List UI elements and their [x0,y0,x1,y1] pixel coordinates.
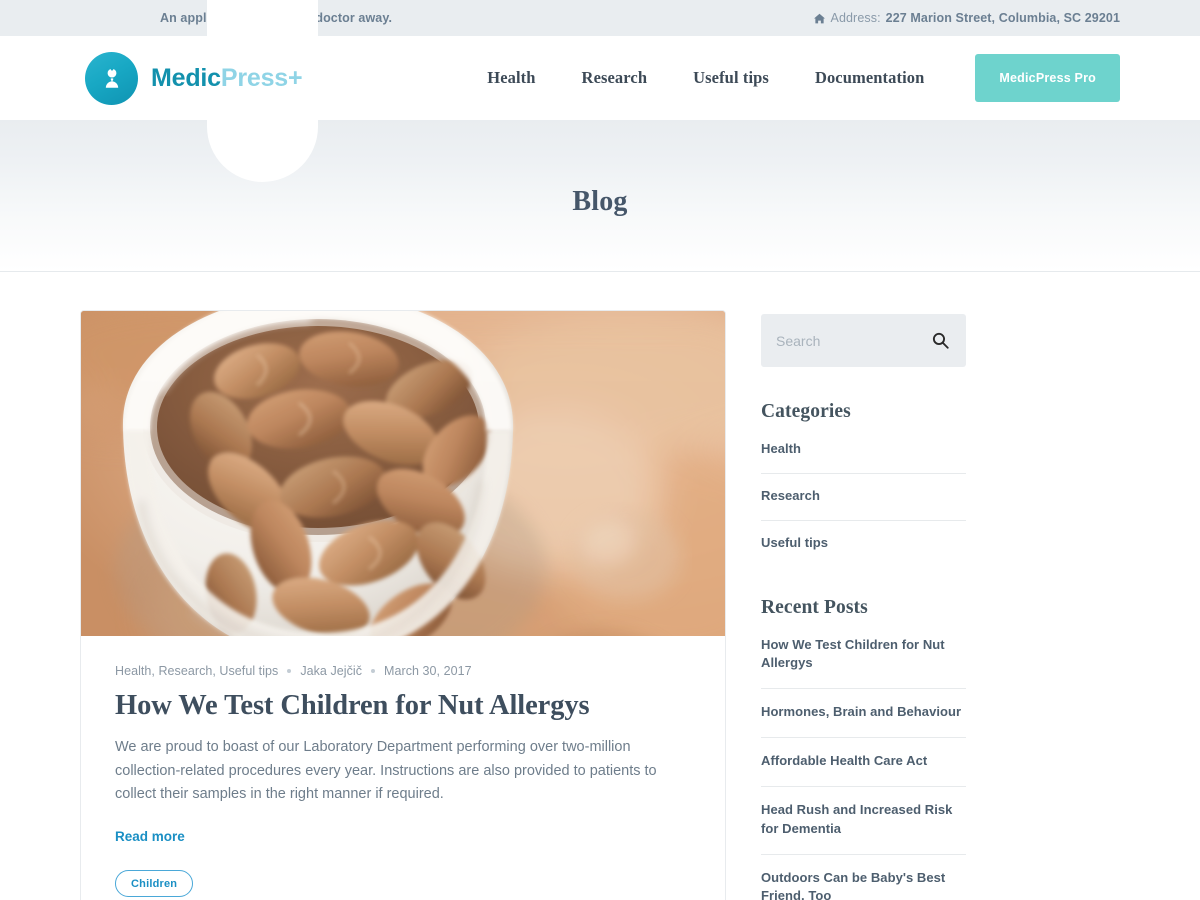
logo-text-secondary: Press+ [220,63,303,92]
read-more-link[interactable]: Read more [115,829,185,844]
category-link-research[interactable]: Research [761,487,966,506]
site-logo[interactable]: MedicPress+ [85,51,303,105]
post-featured-image[interactable] [81,311,725,636]
recent-post-link-1[interactable]: How We Test Children for Nut Allergys [761,636,966,674]
post-excerpt: We are proud to boast of our Laboratory … [115,739,657,803]
search-icon [932,332,949,352]
post-title[interactable]: How We Test Children for Nut Allergys [115,689,691,723]
categories-widget: Categories Health Research Useful tips [761,401,966,567]
home-icon [813,13,825,24]
post-tags: Children [115,869,691,897]
page-root: An apple a day keeps the doctor away. Ad… [0,0,1200,900]
medicpress-pro-button[interactable]: MedicPress Pro [975,54,1120,102]
page-title-band: Blog [0,120,1200,272]
post-meta: Health, Research, Useful tips Jaka Jejči… [115,664,691,678]
almonds-bowl-photo [81,311,725,636]
list-item: Research [761,474,966,521]
recent-posts-list: How We Test Children for Nut Allergys Ho… [761,636,966,900]
search-input[interactable] [776,332,921,349]
categories-widget-title: Categories [761,401,851,422]
categories-list: Health Research Useful tips [761,440,966,567]
tag-children[interactable]: Children [115,869,194,897]
page-title: Blog [572,185,628,217]
post-card: Health, Research, Useful tips Jaka Jejči… [80,310,726,900]
nav-item-research[interactable]: Research [559,68,671,88]
meta-separator-dot [287,669,292,673]
recent-posts-widget-title: Recent Posts [761,596,868,618]
post-date: March 30, 2017 [384,664,472,678]
post-author[interactable]: Jaka Jejčič [300,664,362,678]
category-link-useful-tips[interactable]: Useful tips [761,534,966,553]
main-navigation: Health Research Useful tips Documentatio… [464,54,1120,102]
list-item: Hormones, Brain and Behaviour [761,689,966,739]
list-item: Head Rush and Increased Risk for Dementi… [761,787,966,855]
list-item: How We Test Children for Nut Allergys [761,636,966,690]
address-label: Address: [830,11,881,25]
list-item: Outdoors Can be Baby's Best Friend, Too [761,855,966,900]
recent-post-link-3[interactable]: Affordable Health Care Act [761,752,966,771]
meta-separator-dot [371,669,376,673]
list-item: Health [761,440,966,474]
recent-post-link-5[interactable]: Outdoors Can be Baby's Best Friend, Too [761,869,966,900]
list-item: Affordable Health Care Act [761,738,966,787]
sidebar: Categories Health Research Useful tips R… [761,310,966,900]
address-value: 227 Marion Street, Columbia, SC 29201 [885,11,1120,25]
search-widget [761,314,966,367]
nav-item-useful-tips[interactable]: Useful tips [670,68,792,88]
header-inner: MedicPress+ Health Research Useful tips … [80,0,1120,182]
post-body: Health, Research, Useful tips Jaka Jejči… [81,636,725,900]
site-header: MedicPress+ Health Research Useful tips … [0,0,1200,182]
main-column: Health, Research, Useful tips Jaka Jejči… [80,310,726,900]
content-area: Health, Research, Useful tips Jaka Jejči… [80,272,1120,900]
nav-item-documentation[interactable]: Documentation [792,68,947,88]
post-categories[interactable]: Health, Research, Useful tips [115,664,278,678]
list-item: Useful tips [761,521,966,567]
nav-item-health[interactable]: Health [464,68,558,88]
category-link-health[interactable]: Health [761,440,966,459]
top-utility-bar: An apple a day keeps the doctor away. Ad… [0,0,1200,36]
search-submit-button[interactable] [932,332,949,349]
recent-post-link-2[interactable]: Hormones, Brain and Behaviour [761,703,966,722]
logo-text-primary: Medic [151,63,221,92]
recent-posts-widget: Recent Posts How We Test Children for Nu… [761,597,966,900]
logo-wordmark: MedicPress+ [151,63,303,92]
address-block: Address: 227 Marion Street, Columbia, SC… [813,11,1120,25]
recent-post-link-4[interactable]: Head Rush and Increased Risk for Dementi… [761,801,966,839]
doctor-avatar-icon [85,51,138,105]
